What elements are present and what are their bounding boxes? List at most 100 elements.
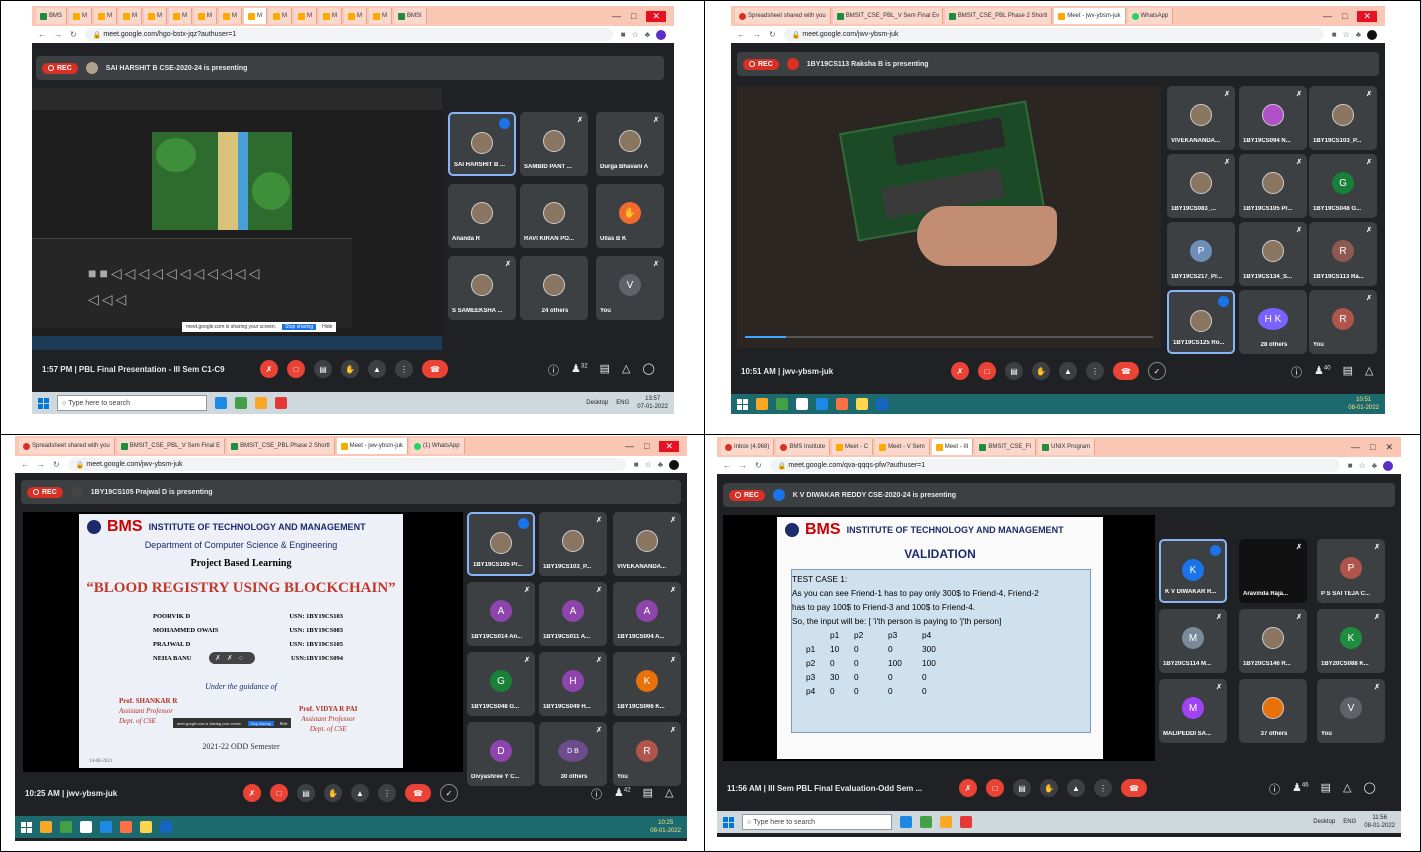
participant-tile[interactable]: ✗ VIVEKANANDA... bbox=[1167, 86, 1235, 150]
file-explorer-icon[interactable] bbox=[900, 816, 912, 828]
people-icon[interactable]: ♟46 bbox=[1292, 781, 1309, 797]
app-icon[interactable] bbox=[60, 821, 72, 833]
maximize-icon[interactable]: □ bbox=[644, 441, 649, 452]
present-button[interactable]: ▲ bbox=[1067, 779, 1085, 797]
maximize-icon[interactable]: □ bbox=[1342, 11, 1347, 22]
chrome-icon[interactable] bbox=[40, 821, 52, 833]
back-icon[interactable]: ← bbox=[737, 30, 745, 39]
participant-tile[interactable]: RAVI KIRAN PO... bbox=[520, 184, 588, 248]
more-options-button[interactable]: ⋮ bbox=[1086, 362, 1104, 380]
check-icon[interactable]: ✓ bbox=[440, 784, 458, 802]
activities-icon[interactable]: △ bbox=[665, 786, 673, 802]
edge-icon[interactable] bbox=[100, 821, 112, 833]
participant-tile[interactable]: P 1BY19CS217_Pr... bbox=[1167, 222, 1235, 286]
browser-tab[interactable]: M bbox=[169, 8, 193, 24]
stop-sharing-button[interactable]: Stop sharing bbox=[247, 720, 274, 726]
chrome-icon[interactable] bbox=[756, 398, 768, 410]
chrome-icon[interactable] bbox=[255, 397, 267, 409]
host-controls-icon[interactable]: ◯ bbox=[642, 362, 654, 378]
chrome-icon[interactable] bbox=[940, 816, 952, 828]
participant-tile[interactable]: ✗ M 1BY20CS114 M... bbox=[1159, 609, 1227, 673]
browser-tab[interactable]: BMS bbox=[36, 8, 68, 24]
close-icon[interactable]: ✕ bbox=[659, 440, 679, 452]
browser-tab[interactable]: M bbox=[269, 8, 293, 24]
mic-off-button[interactable]: ✗ bbox=[243, 784, 261, 802]
browser-tab[interactable]: Meet - V Sem bbox=[875, 439, 930, 455]
browser-tab[interactable]: M bbox=[119, 8, 143, 24]
browser-tab[interactable]: M bbox=[219, 8, 243, 24]
browser-tab[interactable]: BMSI bbox=[394, 8, 427, 24]
star-icon[interactable]: ☆ bbox=[1343, 30, 1350, 40]
captions-button[interactable]: ▤ bbox=[314, 360, 332, 378]
participant-tile[interactable]: ✗ G 1BY19CS048 G... bbox=[467, 652, 535, 716]
more-options-button[interactable]: ⋮ bbox=[1094, 779, 1112, 797]
participant-tile[interactable]: Ananda R bbox=[448, 184, 516, 248]
mic-off-button[interactable]: ✗ bbox=[951, 362, 969, 380]
camera-icon[interactable]: ■ bbox=[1332, 30, 1337, 40]
participant-tile[interactable]: ✗ A 1BY19CS004 A... bbox=[613, 582, 681, 646]
minimize-icon[interactable]: — bbox=[625, 441, 634, 452]
profile-avatar[interactable] bbox=[1367, 29, 1377, 40]
captions-button[interactable]: ▤ bbox=[297, 784, 315, 802]
browser-tab[interactable]: Inbox (4,968) bbox=[721, 439, 775, 455]
people-icon[interactable]: ♟32 bbox=[571, 362, 588, 378]
captions-button[interactable]: ▤ bbox=[1013, 779, 1031, 797]
url-field[interactable]: 🔒 meet.google.com/hgo-bstx-jqz?authuser=… bbox=[84, 28, 613, 41]
activities-icon[interactable]: △ bbox=[1343, 781, 1351, 797]
word-icon[interactable] bbox=[876, 398, 888, 410]
others-tile[interactable]: 24 others bbox=[520, 256, 588, 320]
chat-icon[interactable]: ▤ bbox=[600, 362, 610, 378]
participant-tile[interactable]: ✗ M MALIPEDDI SA... bbox=[1159, 679, 1227, 743]
chat-icon[interactable]: ▤ bbox=[1343, 364, 1353, 380]
info-icon[interactable]: ⓘ bbox=[548, 362, 559, 378]
browser-tab[interactable]: Spreadsheet shared with you bbox=[19, 438, 115, 454]
reload-icon[interactable]: ↻ bbox=[769, 30, 776, 39]
participant-tile[interactable]: ✗ 1BY19CS105 Pr... bbox=[1239, 154, 1307, 218]
minimize-icon[interactable]: — bbox=[1351, 442, 1360, 453]
browser-tab[interactable]: BMSIT_CSE_PBL_V Sem Final Ev bbox=[832, 8, 943, 24]
mic-off-button[interactable]: ✗ bbox=[260, 360, 278, 378]
browser-tab[interactable]: M bbox=[144, 8, 168, 24]
camera-icon[interactable]: ■ bbox=[621, 30, 626, 40]
present-button[interactable]: ▲ bbox=[1059, 362, 1077, 380]
mic-off-button[interactable]: ✗ bbox=[959, 779, 977, 797]
app-icon[interactable] bbox=[275, 397, 287, 409]
self-tile[interactable]: ✗ R You bbox=[613, 722, 681, 786]
browser-tab[interactable]: BMS Institute bbox=[776, 439, 831, 455]
browser-tab[interactable]: Spreadsheet shared with you bbox=[735, 8, 831, 24]
edge-icon[interactable] bbox=[920, 816, 932, 828]
reload-icon[interactable]: ↻ bbox=[755, 461, 762, 470]
more-options-button[interactable]: ⋮ bbox=[395, 360, 413, 378]
file-explorer-icon[interactable] bbox=[215, 397, 227, 409]
windows-start-icon[interactable] bbox=[737, 398, 748, 410]
participant-tile[interactable]: KK V DIWAKAR R... bbox=[1159, 539, 1227, 603]
star-icon[interactable]: ☆ bbox=[632, 30, 639, 40]
profile-avatar[interactable] bbox=[1383, 460, 1393, 471]
puzzle-icon[interactable]: ♣ bbox=[658, 460, 663, 470]
participant-tile[interactable]: ✗ 1BY19CS103_P... bbox=[1309, 86, 1377, 150]
participant-tile[interactable]: ✗ 1BY19CS134_S... bbox=[1239, 222, 1307, 286]
browser-tab-active[interactable]: Meet - III bbox=[931, 439, 974, 455]
participant-tile[interactable]: ✗ G 1BY19CS048 G... bbox=[1309, 154, 1377, 218]
puzzle-icon[interactable]: ♣ bbox=[1372, 461, 1377, 471]
url-field[interactable]: 🔒 meet.google.com/jwv-ybsm-juk bbox=[67, 458, 626, 471]
people-icon[interactable]: ♟42 bbox=[614, 786, 631, 802]
taskbar-clock[interactable]: 10:51 08-01-2022 bbox=[1348, 396, 1379, 412]
participant-tile[interactable]: ✗ Aravinda Raja... bbox=[1239, 539, 1307, 603]
info-icon[interactable]: ⓘ bbox=[1269, 781, 1280, 797]
star-icon[interactable]: ☆ bbox=[645, 460, 652, 470]
present-button[interactable]: ▲ bbox=[351, 784, 369, 802]
taskbar-clock[interactable]: 10:25 08-01-2022 bbox=[650, 819, 681, 835]
leave-call-button[interactable]: ☎ bbox=[1121, 779, 1147, 797]
info-icon[interactable]: ⓘ bbox=[1291, 364, 1302, 380]
participant-tile[interactable]: SAI HARSHIT B ... bbox=[448, 112, 516, 176]
minimize-icon[interactable]: — bbox=[1323, 11, 1332, 22]
reload-icon[interactable]: ↻ bbox=[70, 30, 77, 39]
word-icon[interactable] bbox=[160, 821, 172, 833]
profile-avatar[interactable] bbox=[656, 29, 666, 40]
close-icon[interactable]: ✕ bbox=[1357, 10, 1377, 22]
browser-tab-active[interactable]: Meet - jwv-ybsm-juk bbox=[336, 438, 408, 454]
browser-tab-active[interactable]: Meet - jwv-ybsm-juk bbox=[1054, 8, 1126, 24]
self-tile[interactable]: ✗ V You bbox=[596, 256, 664, 320]
participant-tile[interactable]: D Divyashree Y C... bbox=[467, 722, 535, 786]
